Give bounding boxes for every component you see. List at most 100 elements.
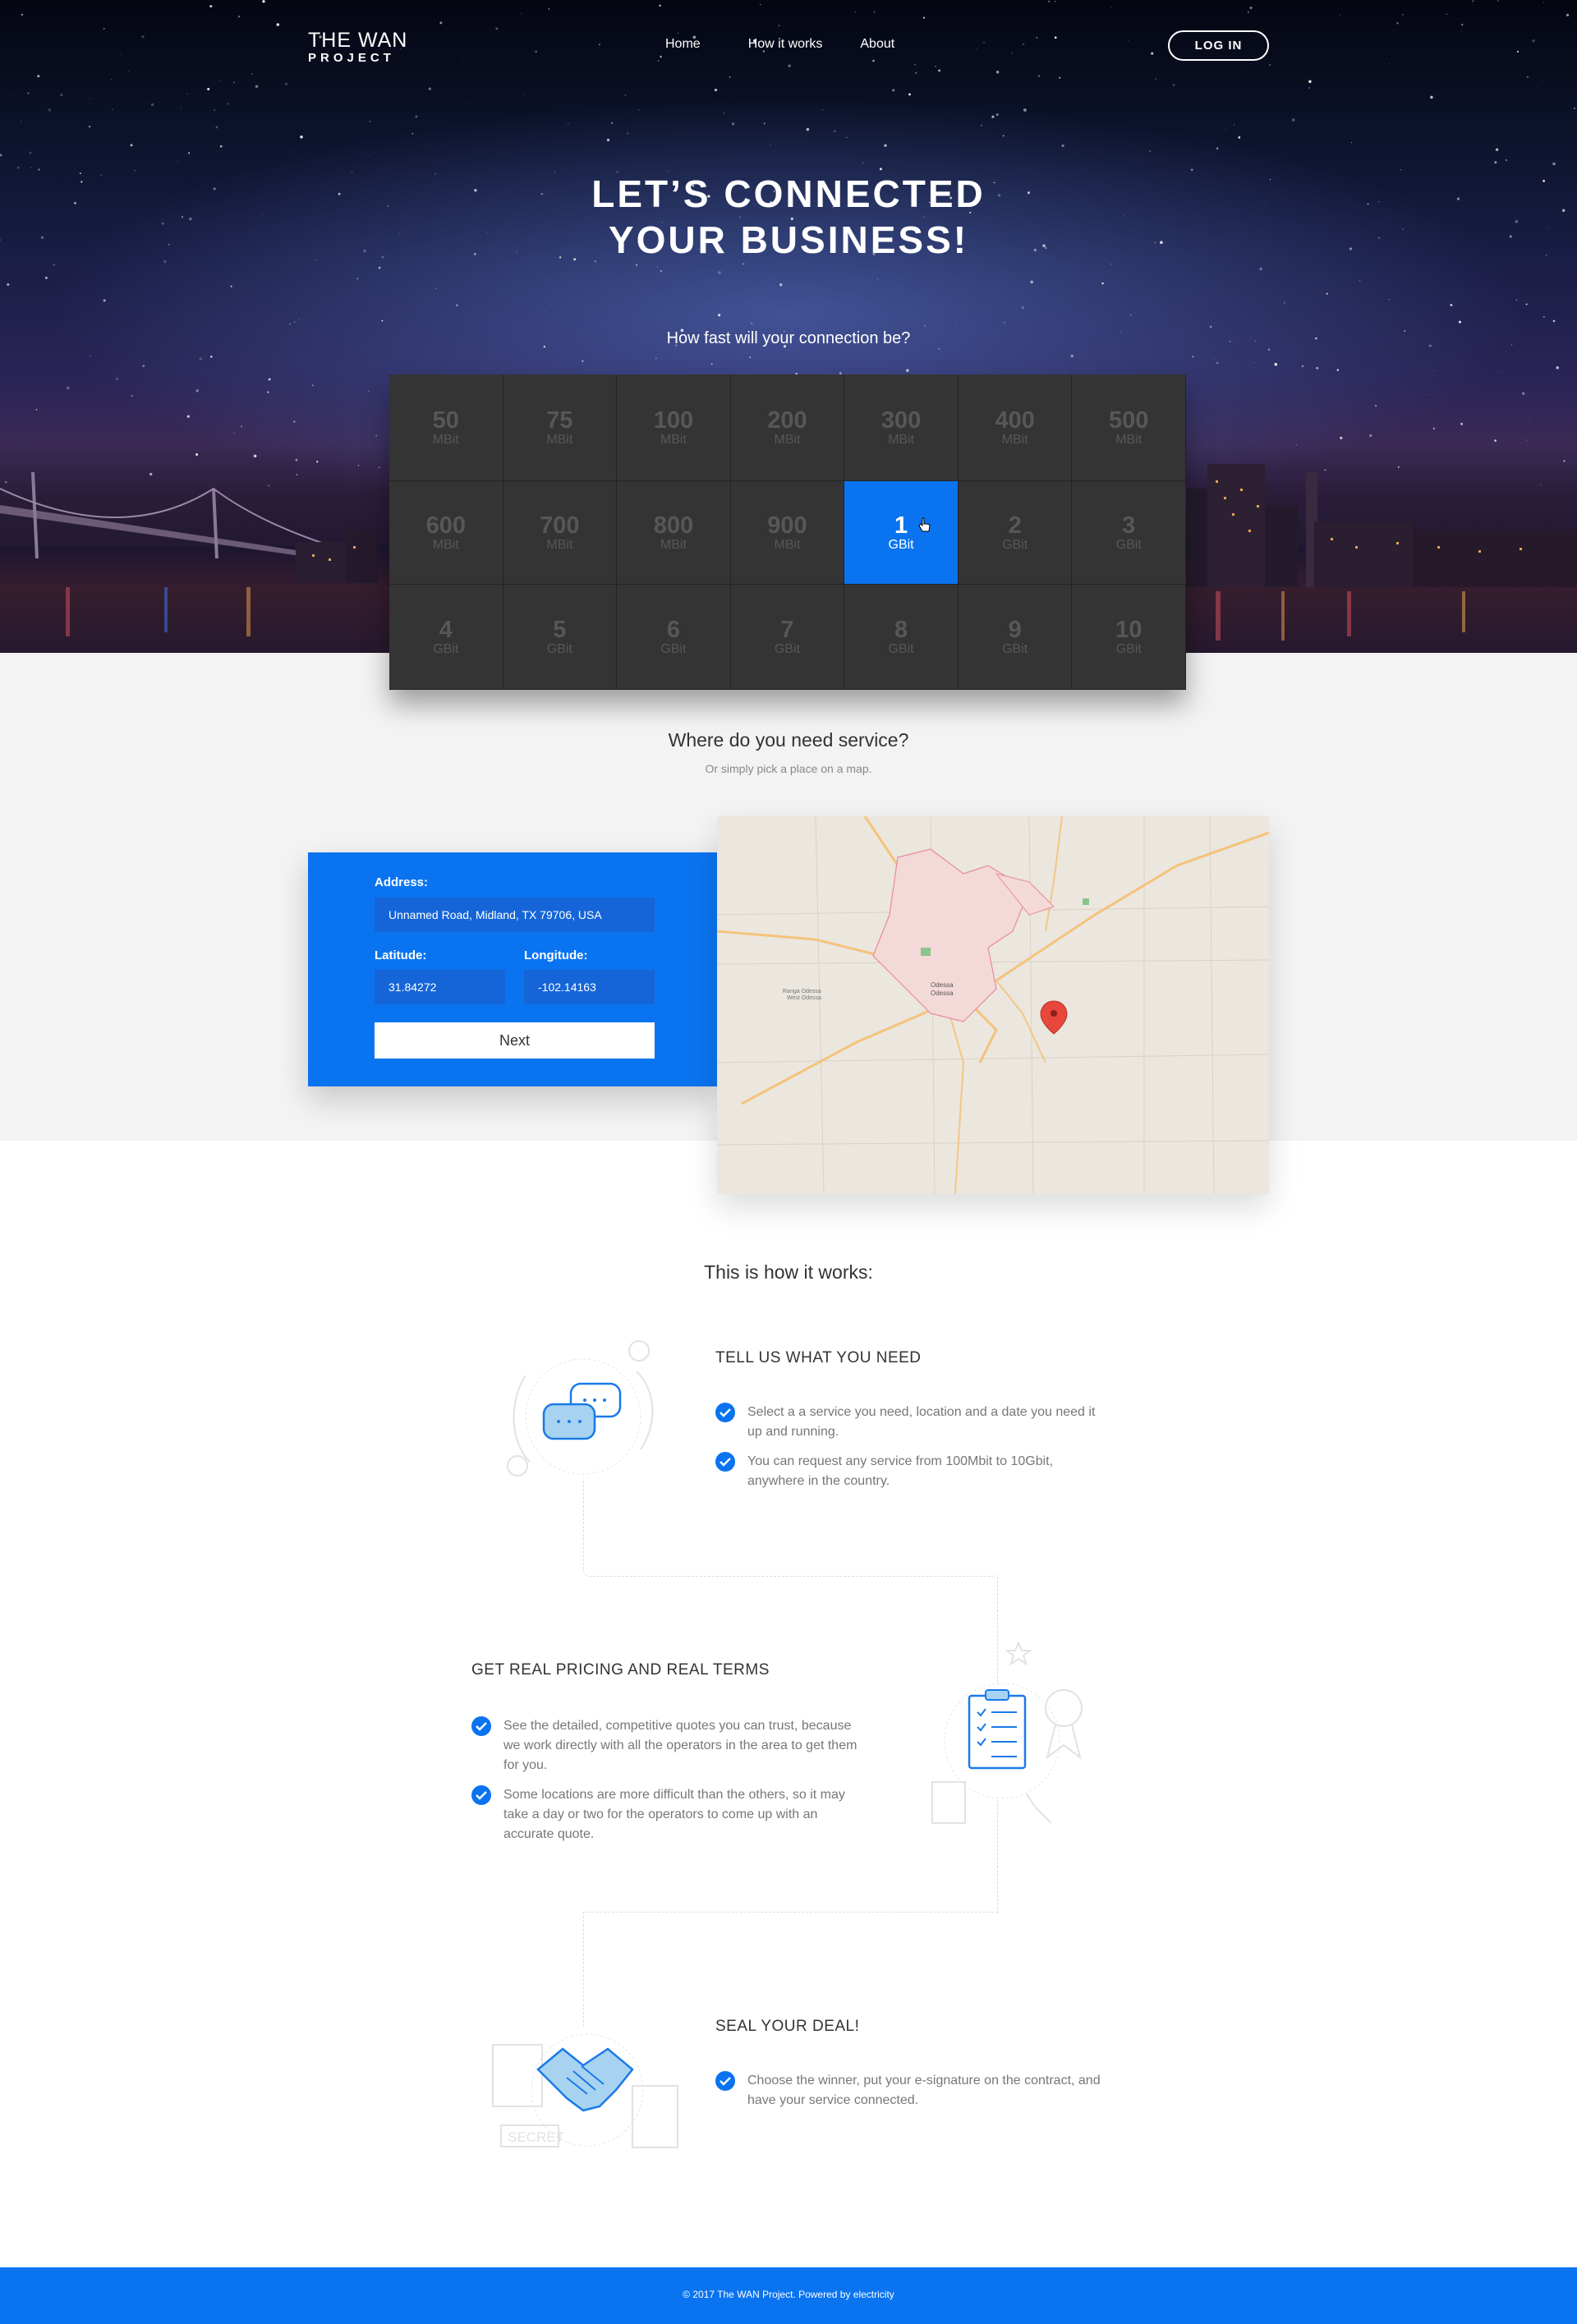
check-icon [471, 1716, 491, 1736]
address-input[interactable] [375, 898, 655, 932]
speed-unit: MBit [432, 537, 459, 552]
nav-link-home[interactable]: Home [665, 37, 701, 52]
step-2-bullet-1: See the detailed, competitive quotes you… [471, 1716, 866, 1775]
check-icon [715, 2071, 735, 2091]
speed-unit: GBit [1002, 641, 1028, 656]
speed-value: 900 [767, 512, 807, 539]
speed-unit: GBit [888, 537, 914, 552]
step-1-bullet-1-text: Select a a service you need, location an… [747, 1405, 1096, 1439]
speed-option[interactable]: 3 GBit [1072, 481, 1186, 585]
speed-option[interactable]: 800 MBit [617, 481, 731, 585]
speed-option[interactable]: 700 MBit [503, 481, 618, 585]
step-2-title: GET REAL PRICING AND REAL TERMS [471, 1661, 770, 1679]
step-connector-2b [583, 1912, 584, 2027]
speed-option[interactable]: 1 GBit [844, 481, 959, 585]
speed-unit: MBit [546, 537, 573, 552]
footer: © 2017 The WAN Project. Powered by elect… [0, 2267, 1577, 2324]
longitude-label: Longitude: [524, 948, 588, 962]
speed-value: 8 [894, 616, 908, 643]
speed-value: 6 [666, 616, 680, 643]
speed-unit: MBit [1115, 432, 1143, 447]
speed-unit: GBit [546, 641, 572, 656]
speed-value: 1 [894, 512, 908, 539]
speed-option[interactable]: 300 MBit [844, 374, 959, 481]
nav-link-how-it-works[interactable]: How it works [748, 37, 823, 52]
map-label-ranga-odessa: Ranga Odessa [783, 989, 821, 994]
speed-option[interactable]: 8 GBit [844, 585, 959, 690]
logo-top-text: THE WAN [308, 29, 408, 52]
speed-unit: MBit [1001, 432, 1028, 447]
speed-unit: MBit [660, 432, 687, 447]
speed-option[interactable]: 2 GBit [958, 481, 1073, 585]
speed-value: 4 [439, 616, 453, 643]
speed-unit: GBit [433, 641, 459, 656]
step-2-bullet-1-text: See the detailed, competitive quotes you… [503, 1719, 857, 1772]
speed-value: 5 [553, 616, 567, 643]
map-city-label-odessa-1: Odessa [931, 981, 954, 989]
speed-unit: MBit [660, 537, 687, 552]
hero-title-line-1: LET’S CONNECTED [591, 172, 986, 215]
brand-logo[interactable]: THE WAN PROJECT [308, 30, 407, 66]
how-it-works-title: This is how it works: [704, 1261, 873, 1283]
speed-unit: GBit [888, 641, 914, 656]
speed-option[interactable]: 200 MBit [730, 374, 845, 481]
speed-option[interactable]: 400 MBit [958, 374, 1073, 481]
hero-subtitle: How fast will your connection be? [666, 329, 911, 347]
login-button[interactable]: LOG IN [1168, 30, 1269, 61]
step-3-bullet-1-text: Choose the winner, put your e-signature … [747, 2074, 1101, 2107]
step-2-bullet-2-text: Some locations are more difficult than t… [503, 1788, 845, 1841]
speed-option[interactable]: 9 GBit [958, 585, 1073, 690]
hero-title-line-2: YOUR BUSINESS! [608, 218, 969, 261]
speed-option[interactable]: 5 GBit [503, 585, 618, 690]
speed-unit: GBit [1115, 641, 1142, 656]
map-canvas[interactable]: Odessa Odessa Ranga Odessa West Odessa [717, 816, 1269, 1194]
speed-unit: GBit [1115, 537, 1142, 552]
speed-option[interactable]: 900 MBit [730, 481, 845, 585]
longitude-input[interactable] [524, 970, 655, 1004]
speed-value: 10 [1115, 616, 1143, 643]
speed-value: 9 [1008, 616, 1022, 643]
speed-option[interactable]: 4 GBit [389, 585, 503, 690]
location-form: Address: Latitude: Longitude: Next [308, 852, 717, 1086]
map-city-label-odessa-2: Odessa [931, 990, 954, 997]
speed-unit: MBit [432, 432, 459, 447]
clipboard-checklist-icon [931, 1642, 1083, 1824]
speed-value: 50 [432, 406, 459, 434]
location-map[interactable]: Odessa Odessa Ranga Odessa West Odessa [717, 816, 1269, 1194]
speed-unit: MBit [888, 432, 915, 447]
service-title: Where do you need service? [668, 729, 909, 751]
speed-value: 200 [767, 406, 807, 434]
speed-value: 7 [780, 616, 794, 643]
step-1-bullet-1: Select a a service you need, location an… [715, 1403, 1110, 1442]
speed-unit: MBit [546, 432, 573, 447]
speed-option[interactable]: 6 GBit [617, 585, 731, 690]
speed-option[interactable]: 50 MBit [389, 374, 503, 481]
next-button[interactable]: Next [375, 1022, 655, 1059]
step-1-bullet-2-text: You can request any service from 100Mbit… [747, 1454, 1054, 1488]
speed-value: 500 [1109, 406, 1149, 434]
speed-value: 3 [1122, 512, 1136, 539]
hand-cursor-icon [918, 517, 931, 532]
step-3-title: SEAL YOUR DEAL! [715, 2018, 860, 2035]
handshake-icon: SECRET [492, 2033, 678, 2148]
speed-selector-grid: 50 MBit 75 MBit 100 MBit 200 MBit 300 MBit 400 MBit… [389, 374, 1186, 690]
speed-value: 700 [540, 512, 580, 539]
speed-option[interactable]: 500 MBit [1072, 374, 1186, 481]
check-icon [471, 1785, 491, 1805]
chat-bubbles-icon [507, 1340, 654, 1477]
speed-option[interactable]: 75 MBit [503, 374, 618, 481]
latitude-label: Latitude: [375, 948, 427, 962]
hero-title: LET’S CONNECTED YOUR BUSINESS! [0, 171, 1577, 263]
speed-option[interactable]: 10 GBit [1072, 585, 1186, 690]
nav-link-about[interactable]: About [860, 37, 894, 52]
speed-option[interactable]: 7 GBit [730, 585, 845, 690]
speed-option[interactable]: 600 MBit [389, 481, 503, 585]
main-nav: Home How it works About [665, 37, 932, 52]
latitude-input[interactable] [375, 970, 505, 1004]
speed-value: 300 [880, 406, 922, 434]
speed-unit: GBit [1002, 537, 1028, 552]
speed-value: 100 [653, 406, 694, 434]
address-label: Address: [375, 875, 429, 889]
speed-option[interactable]: 100 MBit [617, 374, 731, 481]
step-connector-2 [583, 1912, 998, 1913]
